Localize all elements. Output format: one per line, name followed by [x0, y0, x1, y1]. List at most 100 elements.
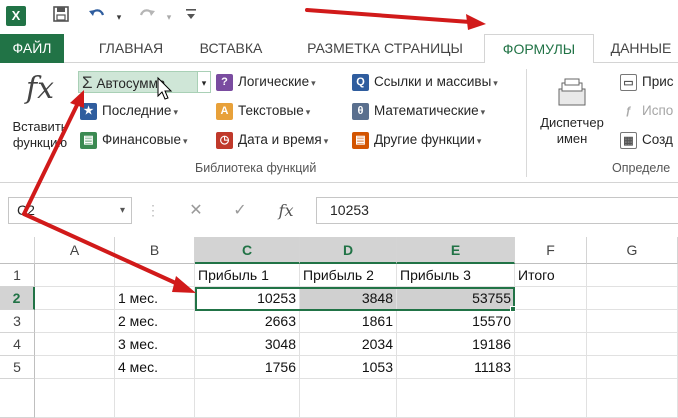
tab-formulas[interactable]: ФОРМУЛЫ	[484, 34, 594, 64]
cell-g3[interactable]	[587, 310, 678, 333]
cell-f4[interactable]	[515, 333, 587, 356]
tab-home[interactable]: ГЛАВНАЯ	[86, 34, 176, 63]
group-separator	[526, 69, 527, 177]
row-header-1[interactable]: 1	[0, 264, 35, 287]
datetime-button[interactable]: ◷ Дата и время ▾	[216, 129, 328, 151]
cell-b3[interactable]: 2 мес.	[115, 310, 195, 333]
enter-icon[interactable]: ✓	[226, 197, 254, 224]
row-header-6[interactable]	[0, 379, 35, 418]
cell-d6[interactable]	[300, 379, 397, 418]
excel-logo-icon: X	[6, 6, 26, 26]
use-in-formula-button[interactable]: ƒ Испо	[620, 100, 673, 122]
cell-c6[interactable]	[195, 379, 300, 418]
row-header-3[interactable]: 3	[0, 310, 35, 333]
cell-b1[interactable]	[115, 264, 195, 287]
cell-g1[interactable]	[587, 264, 678, 287]
save-icon[interactable]	[50, 6, 72, 28]
tab-insert[interactable]: ВСТАВКА	[186, 34, 276, 63]
cell-a2[interactable]	[35, 287, 115, 310]
cell-g4[interactable]	[587, 333, 678, 356]
cell-d2[interactable]: 3848	[300, 287, 397, 310]
cell-b5[interactable]: 4 мес.	[115, 356, 195, 379]
cell-e4[interactable]: 19186	[397, 333, 515, 356]
insert-function-label-2: функцию	[12, 135, 68, 150]
column-header-e[interactable]: E	[397, 237, 515, 264]
redo-dropdown-icon[interactable]: ▾	[158, 6, 180, 28]
name-manager-button[interactable]: Диспетчер имен	[534, 77, 610, 147]
column-header-f[interactable]: F	[515, 237, 587, 264]
cell-d3[interactable]: 1861	[300, 310, 397, 333]
column-header-g[interactable]: G	[587, 237, 678, 264]
cell-e6[interactable]	[397, 379, 515, 418]
create-from-selection-button[interactable]: ▦ Созд	[620, 129, 673, 151]
column-header-b[interactable]: B	[115, 237, 195, 264]
autosum-dropdown-button[interactable]: ▾	[197, 71, 211, 93]
defined-names-label: Определе	[612, 161, 671, 175]
cell-d1[interactable]: Прибыль 2	[300, 264, 397, 287]
row-header-2[interactable]: 2	[0, 287, 35, 310]
column-header-a[interactable]: A	[35, 237, 115, 264]
tag-icon: ▭	[620, 73, 637, 91]
customize-icon[interactable]	[180, 6, 202, 28]
clock-icon: ◷	[216, 131, 233, 149]
cell-a3[interactable]	[35, 310, 115, 333]
tab-page-layout[interactable]: РАЗМЕТКА СТРАНИЦЫ	[290, 34, 480, 63]
cell-f5[interactable]	[515, 356, 587, 379]
cell-d4[interactable]: 2034	[300, 333, 397, 356]
lookup-button[interactable]: Q Ссылки и массивы ▾	[352, 71, 498, 93]
cell-d5[interactable]: 1053	[300, 356, 397, 379]
recent-button[interactable]: ★ Последние ▾	[80, 100, 178, 122]
cell-c2[interactable]: 10253	[195, 287, 300, 310]
select-all-corner[interactable]	[0, 237, 35, 264]
cell-b4[interactable]: 3 мес.	[115, 333, 195, 356]
tab-data[interactable]: ДАННЫЕ	[604, 34, 678, 63]
cell-g5[interactable]	[587, 356, 678, 379]
cell-e2[interactable]: 53755	[397, 287, 515, 310]
define-name-button[interactable]: ▭ Прис	[620, 71, 674, 93]
cell-a4[interactable]	[35, 333, 115, 356]
math-button[interactable]: θ Математические ▾	[352, 100, 485, 122]
name-manager-label-2: имен	[556, 131, 588, 146]
cell-b2[interactable]: 1 мес.	[115, 287, 195, 310]
fill-handle[interactable]	[510, 306, 516, 312]
cell-e1[interactable]: Прибыль 3	[397, 264, 515, 287]
cell-c5[interactable]: 1756	[195, 356, 300, 379]
column-header-d[interactable]: D	[300, 237, 397, 264]
cell-b6[interactable]	[115, 379, 195, 418]
chevron-down-icon: ▾	[323, 136, 329, 146]
cell-g2[interactable]	[587, 287, 678, 310]
ribbon-tabs: ФАЙЛ ГЛАВНАЯ ВСТАВКА РАЗМЕТКА СТРАНИЦЫ Ф…	[0, 34, 678, 64]
row-header-4[interactable]: 4	[0, 333, 35, 356]
column-header-c[interactable]: C	[195, 237, 300, 264]
fx-icon: fx	[25, 71, 55, 106]
cell-a6[interactable]	[35, 379, 115, 418]
cell-a1[interactable]	[35, 264, 115, 287]
redo-icon[interactable]	[136, 6, 158, 28]
tab-file[interactable]: ФАЙЛ	[0, 34, 64, 63]
other-functions-button[interactable]: ▤ Другие функции ▾	[352, 129, 481, 151]
financial-button[interactable]: ▤ Финансовые ▾	[80, 129, 188, 151]
cell-a5[interactable]	[35, 356, 115, 379]
cell-c3[interactable]: 2663	[195, 310, 300, 333]
cell-f3[interactable]	[515, 310, 587, 333]
cell-f2[interactable]	[515, 287, 587, 310]
name-box[interactable]: C2 ▾	[8, 197, 132, 224]
undo-dropdown-icon[interactable]: ▾	[108, 6, 130, 28]
cell-c1[interactable]: Прибыль 1	[195, 264, 300, 287]
text-button[interactable]: A Текстовые ▾	[216, 100, 310, 122]
row-header-5[interactable]: 5	[0, 356, 35, 379]
formula-input[interactable]: 10253	[316, 197, 678, 224]
insert-function-button[interactable]: fx Вставить функцию	[4, 71, 76, 151]
cancel-icon[interactable]: ✕	[182, 197, 210, 224]
lookup-book-icon: Q	[352, 73, 369, 91]
logical-button[interactable]: ? Логические ▾	[216, 71, 316, 93]
undo-icon[interactable]	[86, 6, 108, 28]
insert-function-fx-icon[interactable]: fx	[272, 197, 300, 224]
cell-e5[interactable]: 11183	[397, 356, 515, 379]
cell-f1[interactable]: Итого	[515, 264, 587, 287]
cell-f6[interactable]	[515, 379, 587, 418]
autosum-button[interactable]: Σ Автосумма	[78, 71, 198, 93]
cell-g6[interactable]	[587, 379, 678, 418]
cell-e3[interactable]: 15570	[397, 310, 515, 333]
cell-c4[interactable]: 3048	[195, 333, 300, 356]
